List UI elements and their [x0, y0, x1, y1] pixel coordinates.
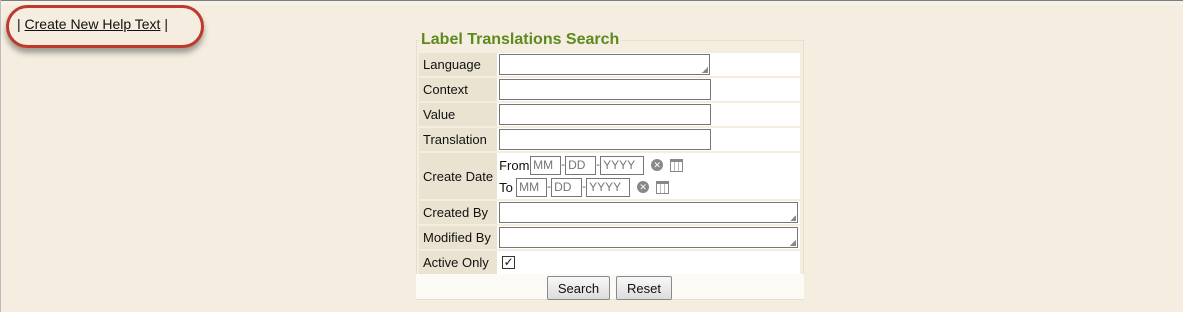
- button-bar: Search Reset: [416, 274, 804, 300]
- panel-title: Label Translations Search: [419, 31, 622, 49]
- created-by-row: Created By: [419, 201, 801, 224]
- resize-grip-icon: [702, 67, 709, 73]
- create-date-row: Create Date From - - ✕ To - -: [419, 153, 801, 199]
- help-link-highlight: | Create New Help Text |: [6, 5, 204, 48]
- to-month-input[interactable]: [516, 177, 548, 197]
- to-day-input[interactable]: [551, 177, 583, 197]
- modified-by-select[interactable]: [499, 227, 799, 248]
- from-year-input[interactable]: [600, 155, 645, 175]
- calendar-icon[interactable]: [670, 158, 684, 172]
- clear-date-icon[interactable]: ✕: [651, 159, 664, 171]
- language-label: Language: [419, 53, 498, 76]
- create-date-from: From - - ✕: [499, 155, 798, 176]
- search-form: Language Context Value Translation Creat…: [419, 51, 801, 276]
- value-label: Value: [419, 103, 498, 126]
- value-input[interactable]: [499, 104, 712, 125]
- created-by-label: Created By: [419, 201, 498, 224]
- window-left-border: [0, 0, 4, 312]
- to-year-input[interactable]: [586, 177, 631, 197]
- created-by-select[interactable]: [499, 202, 799, 223]
- create-date-label: Create Date: [419, 153, 498, 199]
- context-label: Context: [419, 78, 498, 101]
- context-row: Context: [419, 78, 801, 101]
- reset-button[interactable]: Reset: [616, 276, 672, 300]
- value-row: Value: [419, 103, 801, 126]
- active-only-label: Active Only: [419, 251, 498, 274]
- help-link-bar: | Create New Help Text |: [17, 16, 168, 32]
- translation-input[interactable]: [499, 129, 712, 150]
- create-date-to: To - - ✕: [499, 177, 798, 198]
- to-label: To: [499, 179, 513, 195]
- calendar-icon[interactable]: [656, 180, 670, 194]
- search-button[interactable]: Search: [547, 276, 610, 300]
- from-label: From: [499, 157, 530, 173]
- from-day-input[interactable]: [565, 155, 597, 175]
- create-new-help-text-link[interactable]: Create New Help Text: [25, 16, 161, 32]
- context-input[interactable]: [499, 79, 712, 100]
- translation-row: Translation: [419, 128, 801, 151]
- clear-date-icon[interactable]: ✕: [637, 181, 650, 193]
- language-row: Language: [419, 53, 801, 76]
- resize-grip-icon: [790, 240, 797, 246]
- language-select[interactable]: [499, 54, 711, 75]
- resize-grip-icon: [790, 215, 797, 221]
- modified-by-label: Modified By: [419, 226, 498, 249]
- active-only-row: Active Only ✓: [419, 251, 801, 274]
- modified-by-row: Modified By: [419, 226, 801, 249]
- link-separator: |: [164, 16, 168, 32]
- from-month-input[interactable]: [530, 155, 562, 175]
- active-only-checkbox[interactable]: ✓: [502, 256, 516, 269]
- link-separator: |: [17, 16, 21, 32]
- translation-label: Translation: [419, 128, 498, 151]
